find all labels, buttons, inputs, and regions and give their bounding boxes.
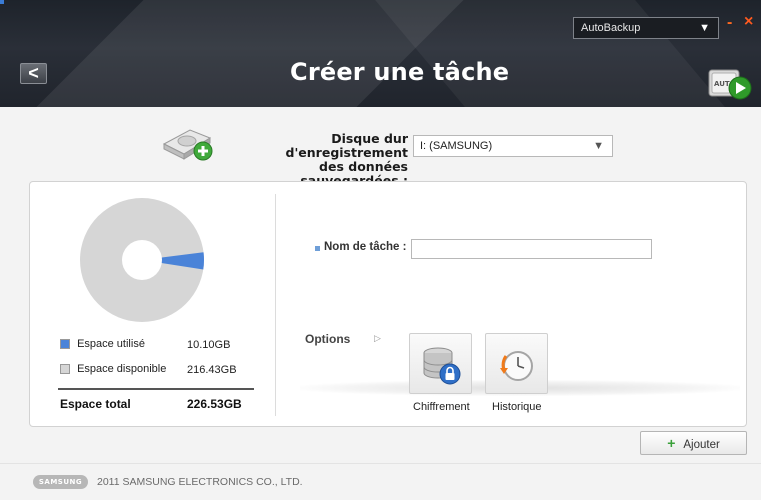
close-button[interactable]: × [744,13,753,31]
chevron-down-icon: ▼ [593,140,604,152]
total-space-value: 226.53GB [187,397,242,411]
task-name-label: Nom de tâche : [324,241,407,253]
bullet-icon [315,246,320,251]
free-space-label: Espace disponible [77,363,167,375]
add-task-label: Ajouter [683,439,720,451]
database-lock-icon [423,347,461,385]
legend-used: Espace utilisé [60,338,145,350]
plus-icon: + [667,435,676,451]
options-label: Options [305,332,351,346]
add-task-button[interactable]: + Ajouter [640,431,747,455]
encryption-button[interactable] [409,333,472,394]
page-title: Créer une tâche [290,58,510,86]
free-space-value: 216.43GB [187,364,237,376]
history-button[interactable] [485,333,548,394]
minimize-button[interactable]: - [727,14,732,32]
total-space-label: Espace total [60,397,131,411]
task-panel: Espace utilisé 10.10GB Espace disponible… [29,181,747,427]
legend-free: Espace disponible [60,363,166,375]
backup-disk-label-line1: Disque dur d'enregistrement [285,131,408,160]
used-space-label: Espace utilisé [77,338,145,350]
history-label: Historique [492,401,542,413]
app-mode-select[interactable]: AutoBackup ▼ [573,17,719,39]
options-arrow-icon: ▷ [374,333,381,343]
history-clock-icon [500,351,533,381]
disk-usage-pie-chart [80,198,204,322]
panel-divider [275,194,276,416]
chevron-down-icon: ▼ [699,22,710,34]
window-corner-marker [0,0,4,4]
backup-disk-label: Disque dur d'enregistrement des données … [222,132,408,188]
used-space-swatch [60,339,70,350]
back-arrow-icon: < [28,63,39,83]
pie-center-hole [122,240,162,280]
app-mode-value: AutoBackup [581,22,641,34]
copyright-text: 2011 SAMSUNG ELECTRONICS CO., LTD. [97,476,303,488]
footer-divider [0,463,761,464]
encryption-label: Chiffrement [413,401,470,413]
backup-disk-value: I: (SAMSUNG) [420,140,493,152]
back-button[interactable]: < [20,63,47,84]
used-space-value: 10.10GB [187,339,231,351]
backup-disk-select[interactable]: I: (SAMSUNG) ▼ [413,135,613,157]
task-name-input[interactable] [411,239,652,259]
autobackup-icon[interactable]: AUTO [707,66,753,102]
samsung-logo: SAMSUNG [33,475,88,489]
hard-disk-add-icon [162,129,213,161]
total-separator [58,388,254,390]
free-space-swatch [60,364,70,375]
